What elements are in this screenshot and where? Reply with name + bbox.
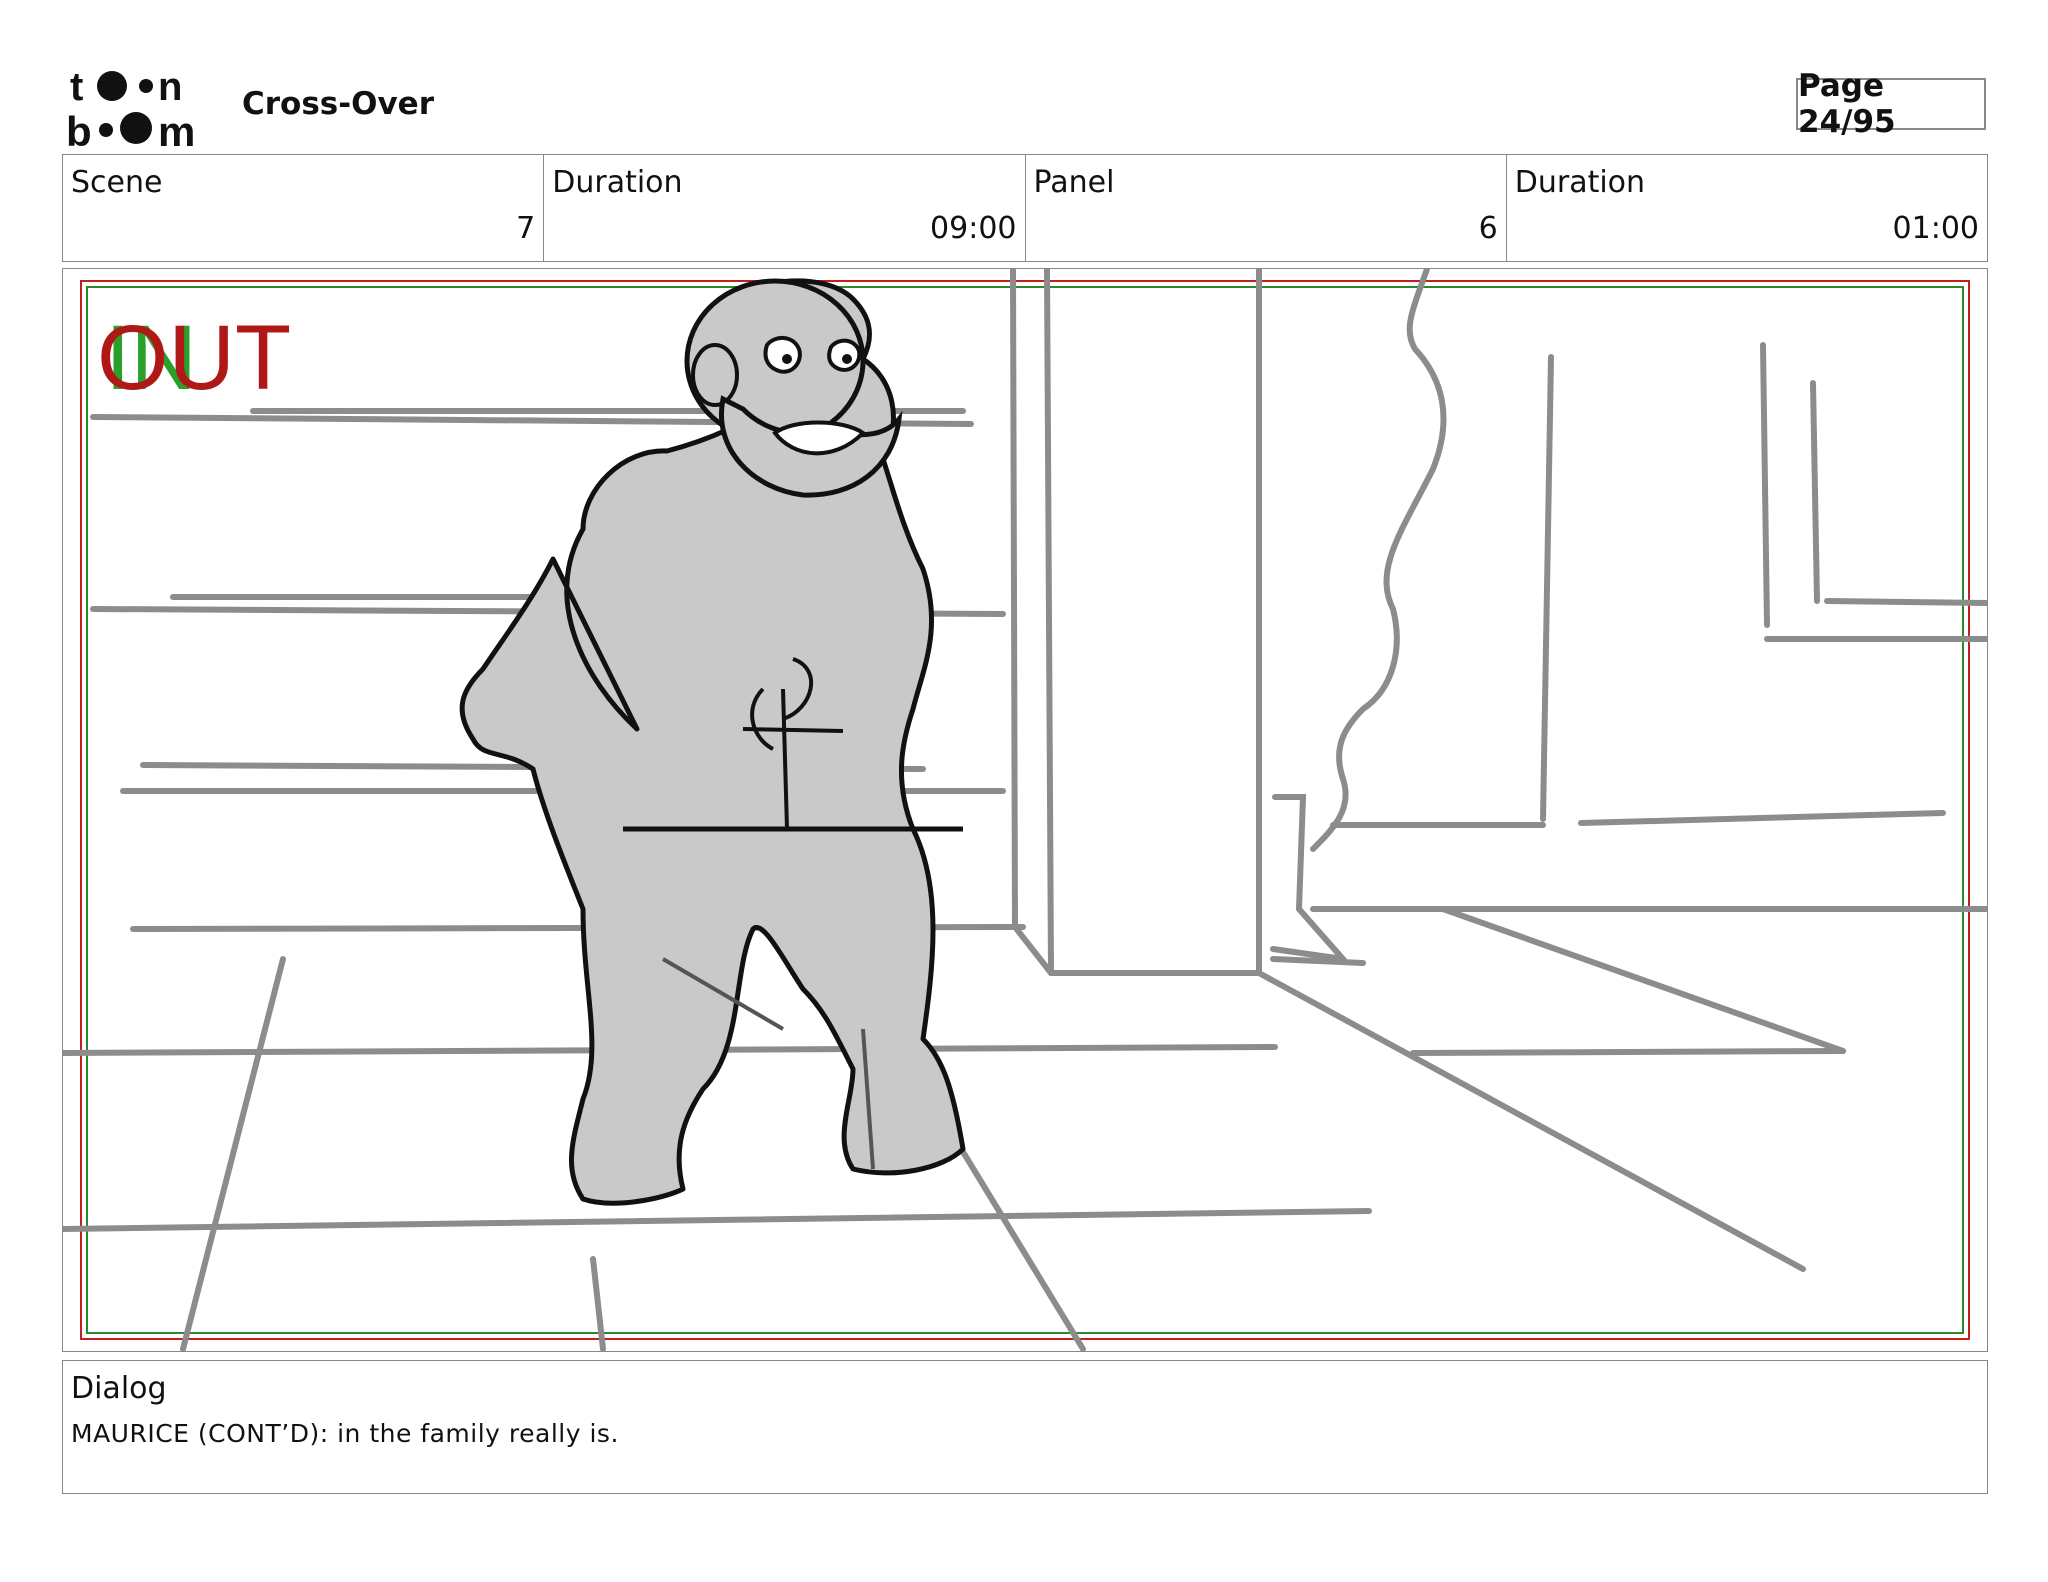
panel-drawing: IN OUT [63, 269, 1987, 1351]
scene-cell: Scene 7 [63, 155, 545, 261]
panel-cell: Panel 6 [1026, 155, 1507, 261]
svg-text:t: t [70, 65, 83, 109]
scene-info-row: Scene 7 Duration 09:00 Panel 6 Duration … [62, 154, 1988, 262]
inner-safe-frame [86, 286, 1964, 1334]
scene-duration-label: Duration [552, 165, 683, 200]
background-sketch [63, 269, 1987, 1351]
toonboom-logo: t n b m [66, 65, 195, 150]
outer-safe-frame [80, 280, 1970, 1340]
page-indicator: Page 24/95 [1796, 68, 1986, 140]
svg-text:m: m [158, 108, 195, 150]
dialog-box: Dialog MAURICE (CONT’D): in the family r… [62, 1360, 1988, 1494]
dialog-label: Dialog [71, 1371, 167, 1406]
storyboard-panel: IN OUT [62, 268, 1988, 1352]
scene-duration-cell: Duration 09:00 [544, 155, 1026, 261]
scene-duration-value: 09:00 [930, 211, 1017, 246]
dialog-text: MAURICE (CONT’D): in the family really i… [71, 1419, 619, 1448]
svg-text:b: b [66, 108, 92, 150]
scene-value: 7 [516, 211, 536, 246]
panel-duration-value: 01:00 [1892, 211, 1979, 246]
scene-label: Scene [71, 165, 163, 200]
project-title: Cross-Over [242, 86, 434, 122]
svg-text:n: n [158, 65, 182, 109]
panel-label: Panel [1033, 165, 1115, 200]
panel-duration-cell: Duration 01:00 [1507, 155, 1987, 261]
out-marker: OUT [97, 307, 291, 409]
panel-value: 6 [1478, 211, 1498, 246]
panel-duration-label: Duration [1514, 165, 1646, 200]
